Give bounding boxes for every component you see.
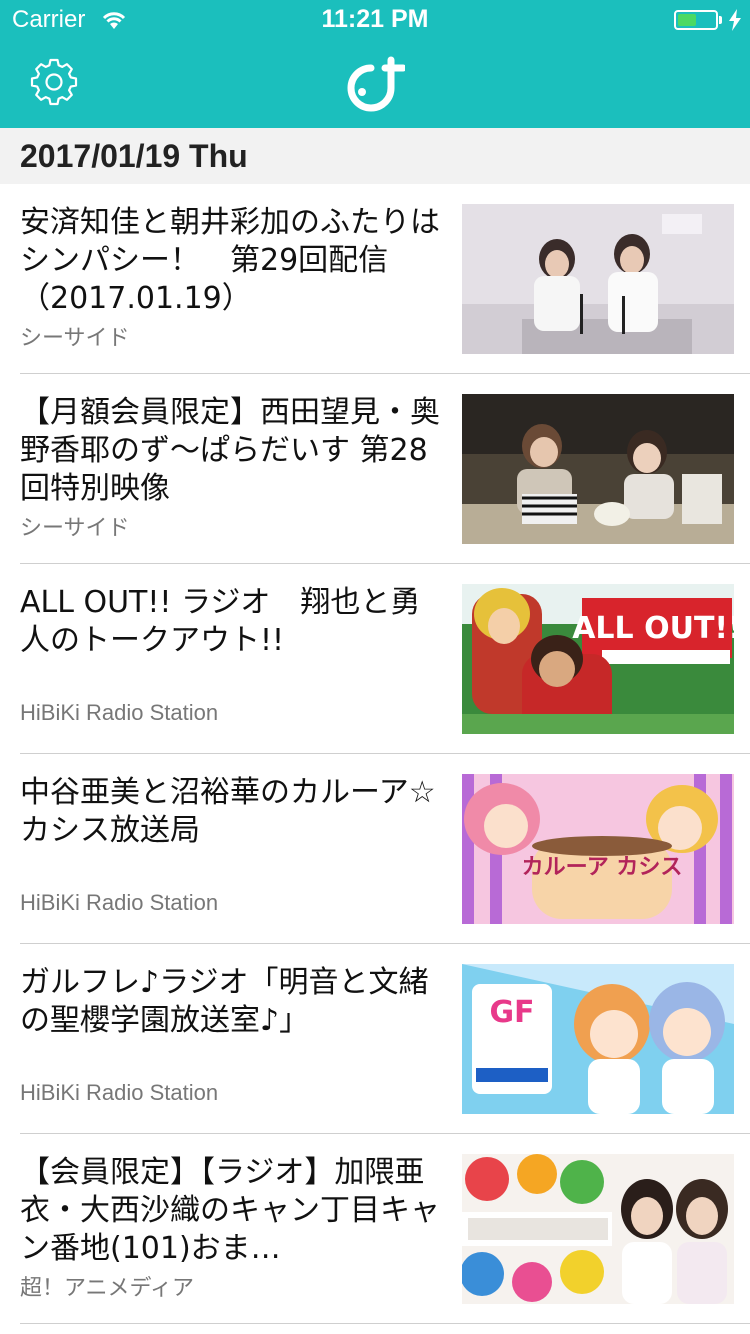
- thumbnail-image: GF: [462, 964, 734, 1114]
- status-bar: Carrier 11:21 PM: [0, 0, 750, 40]
- item-title: 【会員限定】【ラジオ】加隈亜衣・大西沙織のキャン丁目キャン番地(101)おま…: [20, 1155, 440, 1266]
- item-source: シーサイド: [20, 515, 130, 540]
- item-title: 【月額会員限定】西田望見・奥野香耶のず〜ぱらだいす 第28回特別映像: [20, 395, 440, 506]
- app-logo-icon: [347, 56, 405, 112]
- battery-level: [678, 14, 696, 26]
- item-source: HiBiKi Radio Station: [20, 1080, 219, 1105]
- item-title: ALL OUT!! ラジオ 翔也と勇人のトークアウト!!: [20, 585, 421, 658]
- item-source: シーサイド: [20, 325, 130, 350]
- thumbnail-image: [462, 394, 734, 544]
- date-section-header: 2017/01/19 Thu: [0, 128, 750, 184]
- item-source: HiBiKi Radio Station: [20, 890, 219, 915]
- item-source: 超！アニメディア: [20, 1275, 195, 1300]
- charging-bolt-icon: [729, 9, 741, 31]
- list-item[interactable]: ALL OUT!! ラジオ 翔也と勇人のトークアウト!! HiBiKi Radi…: [0, 564, 750, 754]
- thumbnail-banner-text: GF: [489, 995, 534, 1030]
- gear-icon[interactable]: [30, 58, 78, 106]
- list-item[interactable]: 【会員限定】【ラジオ】加隈亜衣・大西沙織のキャン丁目キャン番地(101)おま… …: [0, 1134, 750, 1324]
- item-title: 中谷亜美と沼裕華のカルーア☆カシス放送局: [20, 775, 436, 848]
- item-source: HiBiKi Radio Station: [20, 700, 219, 725]
- clock-time: 11:21 PM: [321, 5, 429, 33]
- thumbnail-image: ALL OUT!!: [462, 584, 734, 734]
- navigation-bar: [0, 40, 750, 128]
- item-title: 安済知佳と朝井彩加のふたりはシンパシー！ 第29回配信（2017.01.19）: [20, 205, 440, 316]
- thumbnail-image: [462, 204, 734, 354]
- battery-tip: [719, 16, 722, 24]
- program-list: 安済知佳と朝井彩加のふたりはシンパシー！ 第29回配信（2017.01.19） …: [0, 184, 750, 1324]
- list-item[interactable]: 中谷亜美と沼裕華のカルーア☆カシス放送局 HiBiKi Radio Statio…: [0, 754, 750, 944]
- list-item[interactable]: 安済知佳と朝井彩加のふたりはシンパシー！ 第29回配信（2017.01.19） …: [0, 184, 750, 374]
- thumbnail-image: [462, 1154, 734, 1304]
- thumbnail-banner-text: ALL OUT!!: [572, 611, 734, 646]
- date-label: 2017/01/19 Thu: [20, 138, 248, 174]
- battery-icon: [674, 10, 718, 30]
- list-item[interactable]: ガルフレ♪ラジオ「明音と文緒の聖櫻学園放送室♪」 HiBiKi Radio St…: [0, 944, 750, 1134]
- thumbnail-image: カルーア カシス: [462, 774, 734, 924]
- list-item[interactable]: 【月額会員限定】西田望見・奥野香耶のず〜ぱらだいす 第28回特別映像 シーサイド: [0, 374, 750, 564]
- thumbnail-banner-text: カルーア カシス: [522, 855, 683, 880]
- item-title: ガルフレ♪ラジオ「明音と文緒の聖櫻学園放送室♪」: [20, 965, 429, 1038]
